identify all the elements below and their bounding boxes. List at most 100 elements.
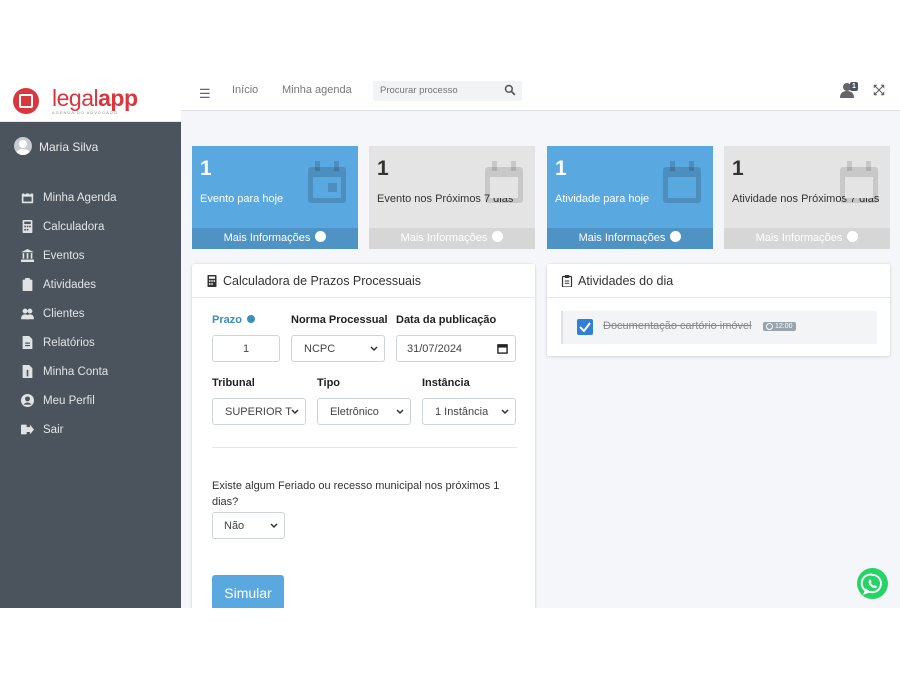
more-info-link[interactable]: Mais Informações [724,228,890,249]
calculator-icon [21,220,34,233]
search-icon[interactable] [504,84,516,96]
sidebar-item-label: Minha Conta [43,365,109,378]
check-icon [579,322,591,333]
sidebar-item-label: Clientes [43,307,85,320]
sidebar-item-meu-perfil[interactable]: Meu Perfil [0,386,181,415]
calendar-icon[interactable] [497,343,508,354]
sign-out-icon [21,423,34,436]
info-box-label: Evento para hoje [200,193,284,205]
calendar-icon [21,191,34,204]
simular-button[interactable]: Simular [212,575,284,608]
divider [547,297,890,298]
info-box-eventos-hoje: 1 Evento para hoje Mais Informações [192,146,358,249]
sidebar-item-eventos[interactable]: Eventos [0,241,181,270]
app-frame: legalapp AGENDA DO ADVOGADO Maria Silva … [0,81,900,608]
time-badge: 12:00 [763,322,796,331]
list-item: Documentação cartório imóvel 12:00 [561,311,877,344]
info-box-atividades-hoje: 1 Atividade para hoje Mais Informações [547,146,713,249]
instancia-select[interactable]: 1 Instância [422,398,516,425]
calendar-range-icon [485,161,523,203]
users-icon [21,307,34,320]
sidebar-item-atividades[interactable]: Atividades [0,270,181,299]
sidebar-nav: Minha Agenda Calculadora Eventos Ativida… [0,183,181,444]
logo-icon [13,88,39,114]
data-publicacao-input[interactable]: 31/07/2024 [396,335,516,362]
sidebar-item-label: Eventos [43,249,85,262]
card-title: Calculadora de Prazos Processuais [206,274,421,288]
tipo-select[interactable]: Eletrônico [317,398,411,425]
more-info-link[interactable]: Mais Informações [547,228,713,249]
calendar-icon [308,161,346,203]
sidebar-item-sair[interactable]: Sair [0,415,181,444]
sidebar-item-label: Meu Perfil [43,394,95,407]
arrow-circle-right-icon [315,231,327,242]
sidebar-item-minha-conta[interactable]: Minha Conta [0,357,181,386]
sidebar-item-minha-agenda[interactable]: Minha Agenda [0,183,181,212]
sidebar-item-label: Calculadora [43,220,105,233]
sidebar-item-relatorios[interactable]: Relatórios [0,328,181,357]
chevron-down-icon [270,523,278,529]
data-label: Data da publicação [396,314,497,326]
info-box-number: 1 [377,157,389,180]
sidebar-item-calculadora[interactable]: Calculadora [0,212,181,241]
info-box-number: 1 [555,157,567,180]
file-dollar-icon [21,365,34,378]
calendar-range-icon [840,161,878,203]
norma-select[interactable]: NCPC [291,335,385,362]
info-box-atividades-7-dias: 1 Atividade nos Próximos 7 dias Mais Inf… [724,146,890,249]
feriado-question: Existe algum Feriado ou recesso municipa… [212,480,500,508]
user-panel[interactable]: Maria Silva [14,137,98,155]
avatar [14,137,32,155]
sidebar-item-clientes[interactable]: Clientes [0,299,181,328]
brand-tagline: AGENDA DO ADVOGADO [52,110,118,115]
nav-link-minha-agenda[interactable]: Minha agenda [282,84,352,96]
feriado-select[interactable]: Não [212,512,285,539]
calculator-icon [207,275,217,287]
arrow-circle-right-icon [492,231,504,242]
user-circle-icon [21,394,34,407]
info-box-number: 1 [200,157,212,180]
tribunal-label: Tribunal [212,377,255,389]
prazo-label: Prazo [212,314,256,326]
sidebar-item-label: Sair [43,423,64,436]
bank-icon [21,249,34,262]
sidebar: legalapp AGENDA DO ADVOGADO Maria Silva … [0,81,181,608]
checkbox-checked[interactable] [577,319,593,335]
tipo-label: Tipo [317,377,341,389]
clock-icon [766,323,773,330]
fullscreen-icon[interactable] [873,84,885,96]
sidebar-item-label: Atividades [43,278,97,291]
menu-icon[interactable]: ☰ [199,86,211,102]
divider [212,447,517,448]
more-info-link[interactable]: Mais Informações [192,228,358,249]
sidebar-item-label: Minha Agenda [43,191,117,204]
info-icon[interactable] [247,315,256,323]
search-input[interactable] [380,85,495,96]
brand[interactable]: legalapp AGENDA DO ADVOGADO [0,81,181,122]
user-name: Maria Silva [39,140,99,154]
chevron-down-icon [370,346,378,352]
brand-name: legalapp [52,85,138,111]
prazo-input[interactable]: 1 [212,335,280,362]
nav-link-inicio[interactable]: Início [232,84,258,96]
sidebar-item-label: Relatórios [43,336,95,349]
card-title: Atividades do dia [561,274,673,288]
tribunal-select[interactable]: SUPERIOR T [212,398,306,425]
arrow-circle-right-icon [847,231,859,242]
calculator-card: Calculadora de Prazos Processuais Prazo … [192,264,535,608]
activity-text: Documentação cartório imóvel [603,320,752,332]
arrow-circle-right-icon [670,231,682,242]
clipboard-icon [21,278,34,291]
topbar: ☰ Início Minha agenda 1 [181,81,900,111]
clipboard-icon [561,275,573,287]
chevron-down-icon [396,409,404,415]
activities-card: Atividades do dia Documentação cartório … [547,264,890,356]
whatsapp-icon[interactable] [857,568,888,599]
notification-badge: 1 [850,82,858,91]
chevron-down-icon [501,409,509,415]
divider [192,297,535,298]
info-box-number: 1 [732,157,744,180]
calendar-icon [663,161,701,203]
norma-label: Norma Processual [291,314,388,326]
more-info-link[interactable]: Mais Informações [369,228,535,249]
